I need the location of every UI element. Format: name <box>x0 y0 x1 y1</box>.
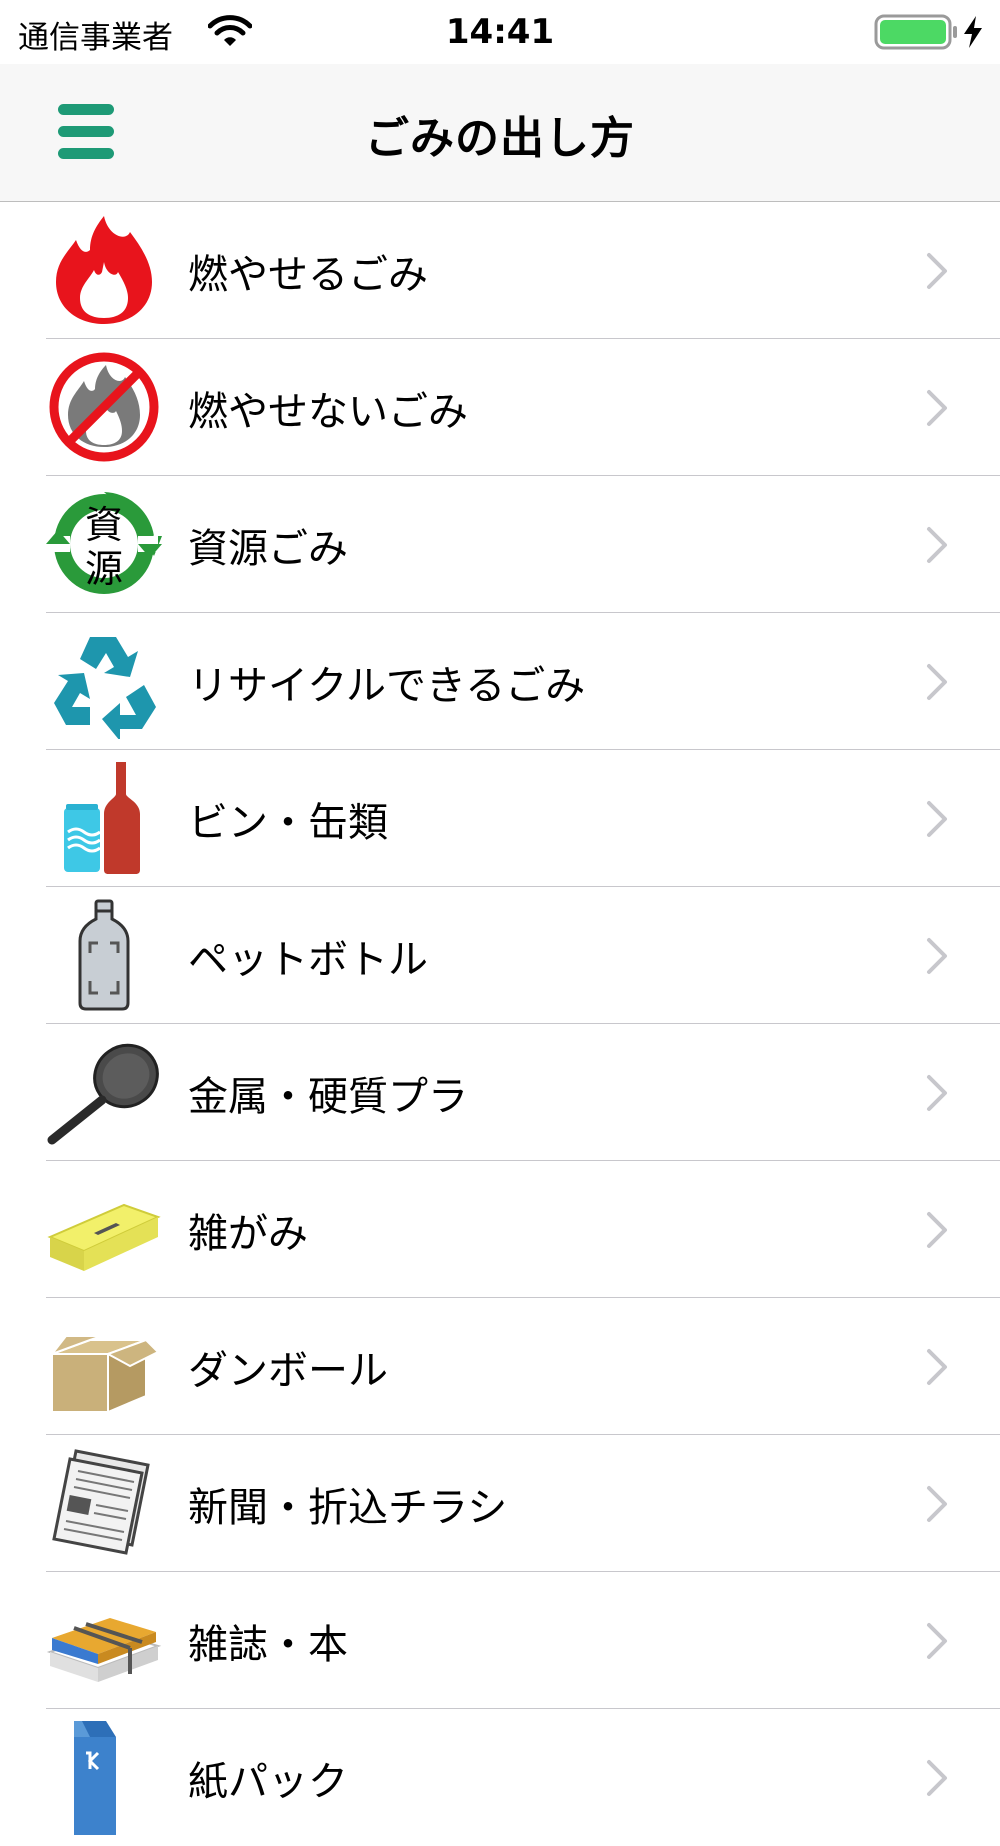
list-item-label: 紙パック <box>188 1759 348 1805</box>
pet-bottle-icon <box>46 897 162 1013</box>
chevron-right-icon <box>926 1074 948 1116</box>
list-item-mixed-paper[interactable]: 雑がみ <box>0 1161 1000 1298</box>
cardboard-box-icon <box>46 1308 162 1424</box>
list-item-metal-plastic[interactable]: 金属・硬質プラ <box>0 1024 1000 1161</box>
list-item-label: 資源ごみ <box>188 526 348 572</box>
chevron-right-icon <box>926 937 948 979</box>
list-item-label: 新聞・折込チラシ <box>188 1485 508 1531</box>
list-item-cardboard[interactable]: ダンボール <box>0 1298 1000 1435</box>
chevron-right-icon <box>926 389 948 431</box>
list-item-resource[interactable]: 資 源 資源ごみ <box>0 476 1000 613</box>
list-item-label: 燃やせないごみ <box>188 389 468 435</box>
recycle-symbol-icon <box>46 623 162 739</box>
svg-text:資: 資 <box>85 503 123 547</box>
list-item-label: 燃やせるごみ <box>188 252 428 298</box>
list-item-label: リサイクルできるごみ <box>188 663 586 709</box>
list-item-label: ペットボトル <box>188 937 428 983</box>
status-time: 14:41 <box>445 12 555 52</box>
chevron-right-icon <box>926 1211 948 1253</box>
list-item-burnable[interactable]: 燃やせるごみ <box>0 202 1000 339</box>
list-item-newspaper[interactable]: 新聞・折込チラシ <box>0 1435 1000 1572</box>
list-item-label: 金属・硬質プラ <box>188 1074 468 1120</box>
magazines-icon <box>46 1582 162 1698</box>
list-item-pet-bottle[interactable]: ペットボトル <box>0 887 1000 1024</box>
chevron-right-icon <box>926 1485 948 1527</box>
bottle-can-icon <box>46 760 162 876</box>
list-item-magazines-books[interactable]: 雑誌・本 <box>0 1572 1000 1709</box>
chevron-right-icon <box>926 800 948 842</box>
page-title: ごみの出し方 <box>365 113 635 164</box>
battery-icon <box>874 14 958 54</box>
frying-pan-icon <box>46 1034 162 1150</box>
chevron-right-icon <box>926 1348 948 1390</box>
navigation-bar: ごみの出し方 <box>0 64 1000 202</box>
list-item-label: ビン・缶類 <box>188 800 388 846</box>
list-item-non-burnable[interactable]: 燃やせないごみ <box>0 339 1000 476</box>
garbage-category-list: 燃やせるごみ 燃やせないごみ 資 源 資源ごみ リサイクルできるごみ ビン・缶類… <box>0 202 1000 1846</box>
chevron-right-icon <box>926 1759 948 1801</box>
resource-recycle-icon: 資 源 <box>46 486 162 602</box>
status-bar: 通信事業者 14:41 <box>0 0 1000 64</box>
chevron-right-icon <box>926 1622 948 1664</box>
list-item-label: ダンボール <box>188 1348 388 1394</box>
milk-carton-icon <box>46 1719 162 1835</box>
chevron-right-icon <box>926 252 948 294</box>
list-item-label: 雑がみ <box>188 1211 308 1257</box>
list-item-label: 雑誌・本 <box>188 1622 348 1668</box>
chevron-right-icon <box>926 663 948 705</box>
non-burnable-icon <box>46 349 162 465</box>
svg-text:源: 源 <box>85 547 123 591</box>
list-item-recyclable[interactable]: リサイクルできるごみ <box>0 613 1000 750</box>
charging-bolt-icon <box>962 15 984 53</box>
burnable-fire-icon <box>46 212 162 328</box>
list-item-bottles-cans[interactable]: ビン・缶類 <box>0 750 1000 887</box>
newspaper-icon <box>46 1445 162 1561</box>
chevron-right-icon <box>926 526 948 568</box>
tissue-box-icon <box>46 1171 162 1287</box>
